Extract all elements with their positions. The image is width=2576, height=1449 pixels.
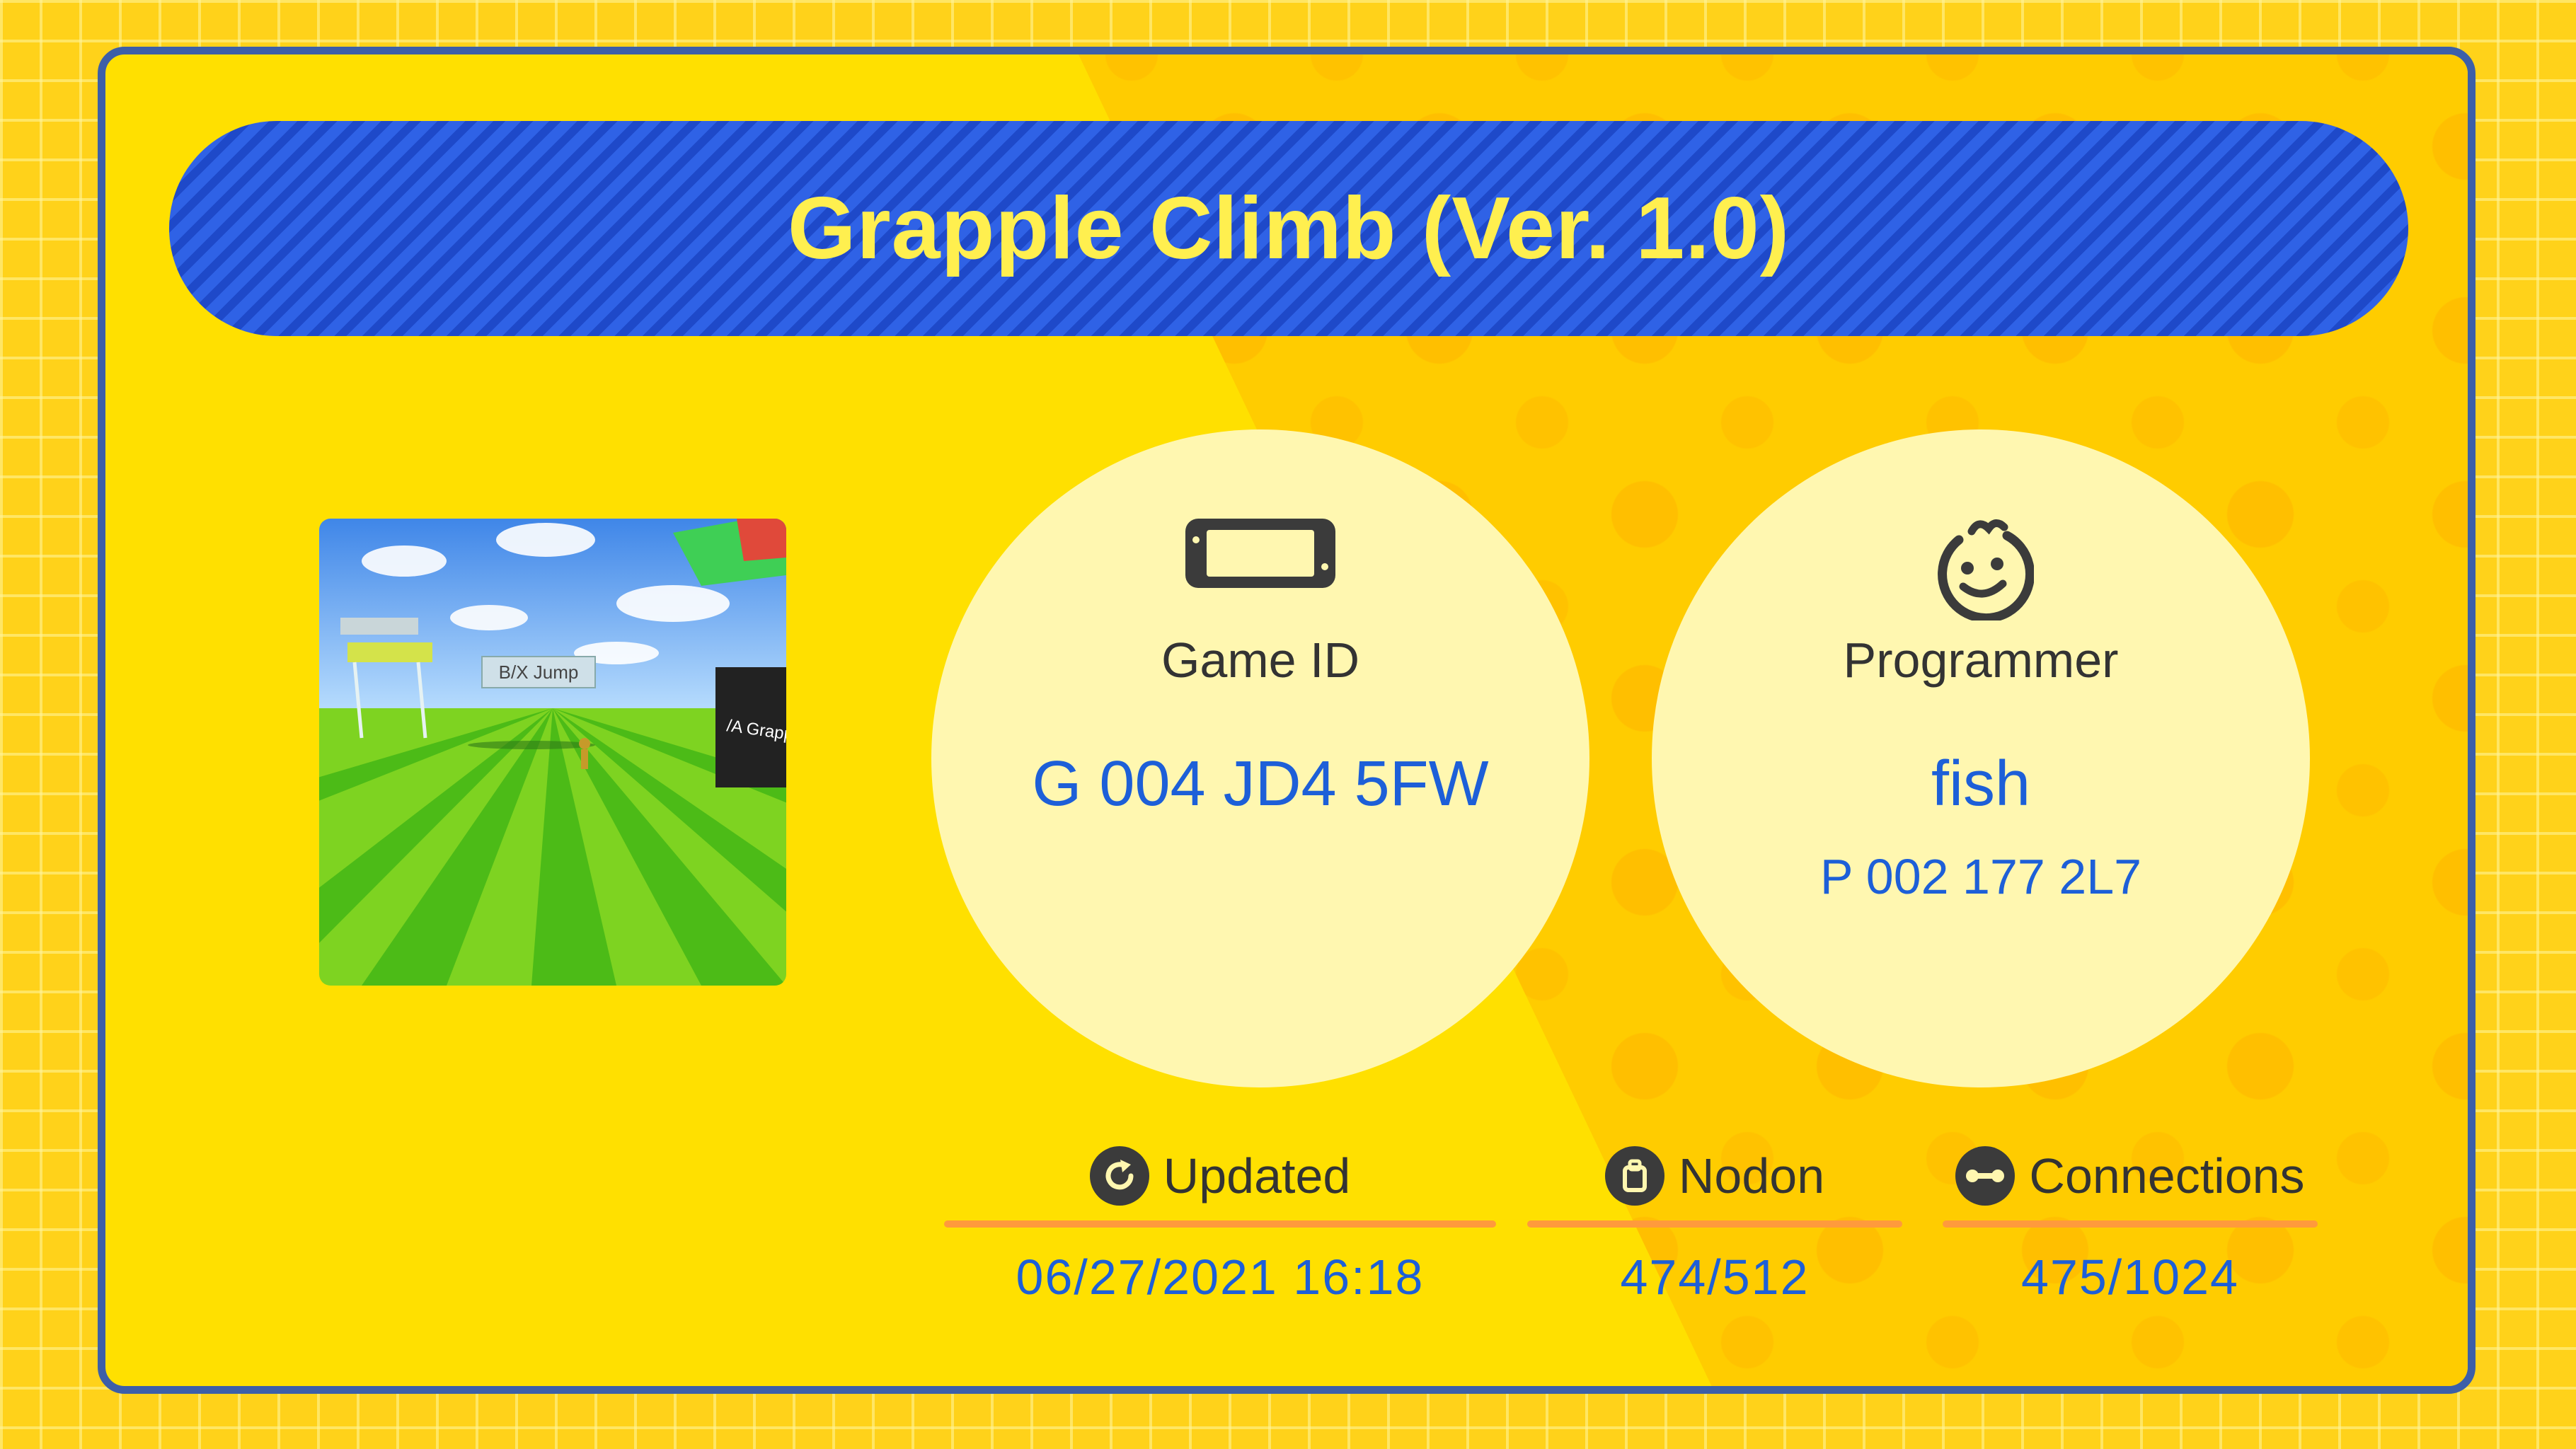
programmer-label: Programmer <box>1843 633 2119 688</box>
refresh-icon <box>1089 1146 1149 1206</box>
programmer-panel: Programmer fish P 002 177 2L7 <box>1652 429 2310 1087</box>
connection-icon <box>1955 1146 2016 1206</box>
programmer-id: P 002 177 2L7 <box>1819 849 2142 904</box>
updated-divider <box>944 1220 1496 1228</box>
nodon-value: 474/512 <box>1620 1249 1810 1305</box>
nodon-stat: Nodon 474/512 <box>1527 1137 1902 1305</box>
game-title: Grapple Climb (Ver. 1.0) <box>787 180 1790 277</box>
nodon-icon <box>1604 1146 1664 1206</box>
game-id-value: G 004 JD4 5FW <box>1032 749 1489 819</box>
game-id-panel: Game ID G 004 JD4 5FW <box>931 429 1589 1087</box>
nodon-label: Nodon <box>1678 1148 1825 1203</box>
updated-label: Updated <box>1163 1148 1351 1203</box>
updated-stat: Updated 06/27/2021 16:18 <box>944 1137 1496 1305</box>
connections-stat: Connections 475/1024 <box>1943 1137 2318 1305</box>
updated-value: 06/27/2021 16:18 <box>1016 1249 1425 1305</box>
nodon-divider <box>1527 1220 1902 1228</box>
connections-value: 475/1024 <box>2021 1249 2239 1305</box>
game-id-label: Game ID <box>1161 633 1360 688</box>
console-icon <box>1185 519 1335 588</box>
programmer-name: fish <box>1931 749 2031 819</box>
connections-label: Connections <box>2029 1148 2305 1203</box>
game-info-card: Grapple Climb (Ver. 1.0) B/X Jump /A Gra… <box>98 47 2476 1394</box>
smiling-face-icon <box>1938 519 2034 620</box>
game-thumbnail: B/X Jump /A Grapp <box>319 519 786 986</box>
title-banner: Grapple Climb (Ver. 1.0) <box>169 121 2408 336</box>
thumbnail-jump-label: B/X Jump <box>499 662 579 683</box>
connections-divider <box>1943 1220 2318 1228</box>
